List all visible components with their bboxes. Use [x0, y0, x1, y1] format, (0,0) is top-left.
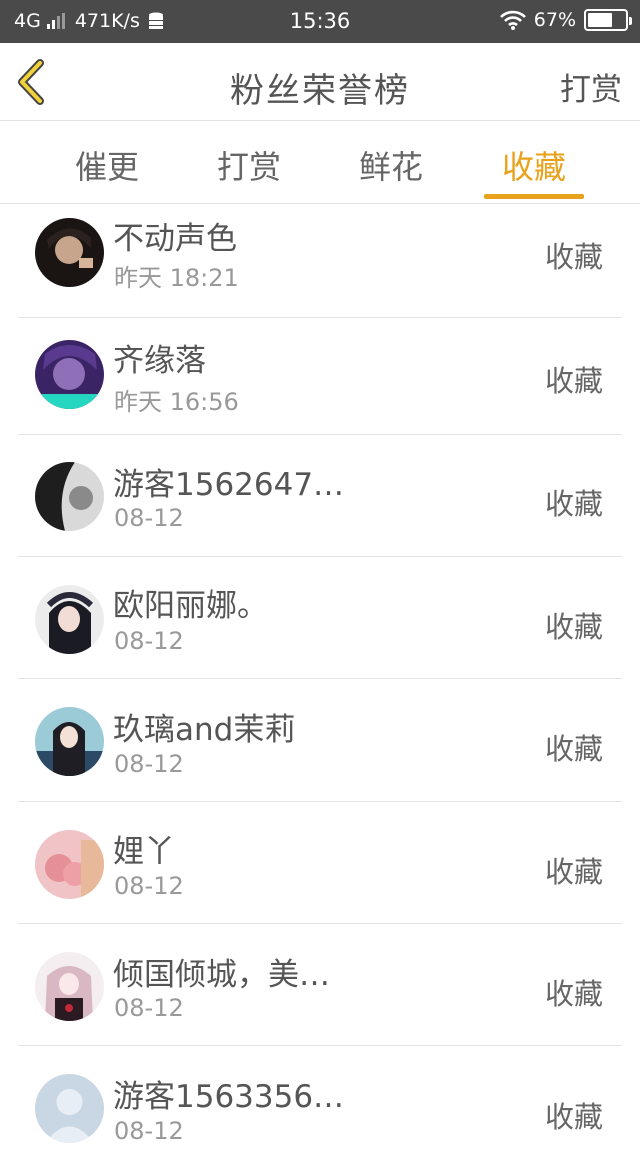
avatar — [35, 707, 104, 776]
tab-flowers[interactable]: 鲜花 — [331, 142, 451, 188]
battery-percent: 67% — [533, 9, 576, 31]
item-action: 收藏 — [544, 977, 603, 1011]
list-item[interactable]: 不动声色 昨天 18:21 收藏 — [0, 196, 640, 318]
user-name: 游客1562647… — [113, 467, 345, 503]
battery-fill — [588, 13, 613, 27]
item-time: 昨天 16:56 — [114, 388, 239, 416]
item-action: 收藏 — [544, 855, 603, 889]
item-time: 08-12 — [114, 872, 184, 900]
item-time: 08-12 — [114, 1117, 184, 1145]
list-item[interactable]: 玖璃and茉莉 08-12 收藏 — [0, 680, 640, 802]
avatar — [35, 830, 104, 899]
user-name: 游客1563356… — [113, 1079, 345, 1115]
tab-label: 鲜花 — [358, 148, 423, 186]
avatar — [35, 340, 104, 409]
user-name: 倾国倾城，美… — [113, 957, 330, 993]
list-item[interactable]: 齐缘落 昨天 16:56 收藏 — [0, 313, 640, 435]
item-action: 收藏 — [544, 732, 603, 766]
list-item[interactable]: 游客1562647… 08-12 收藏 — [0, 435, 640, 557]
avatar — [35, 1074, 104, 1143]
reward-button[interactable]: 打赏 — [560, 64, 622, 109]
item-action: 收藏 — [544, 1100, 603, 1134]
tab-label: 收藏 — [501, 148, 566, 186]
tab-collect[interactable]: 收藏 — [474, 142, 594, 199]
tab-bar: 催更 打赏 鲜花 收藏 — [0, 122, 640, 204]
item-action: 收藏 — [544, 240, 603, 274]
avatar — [35, 462, 104, 531]
page-title: 粉丝荣誉榜 — [230, 71, 410, 111]
item-time: 08-12 — [114, 994, 184, 1022]
battery-icon — [584, 9, 632, 31]
item-time: 08-12 — [114, 750, 184, 778]
avatar — [35, 952, 104, 1021]
user-name: 不动声色 — [113, 221, 237, 257]
wifi-icon — [499, 10, 526, 30]
list-item[interactable]: 娌丫 08-12 收藏 — [0, 802, 640, 924]
default-avatar-icon — [35, 1074, 104, 1143]
avatar — [35, 585, 104, 654]
status-right: 67% — [499, 9, 632, 31]
tab-label: 催更 — [74, 148, 139, 186]
tab-reward[interactable]: 打赏 — [189, 142, 309, 188]
list-item[interactable]: 倾国倾城，美… 08-12 收藏 — [0, 924, 640, 1046]
list-item[interactable]: 游客1563356… 08-12 收藏 — [0, 1047, 640, 1169]
tab-urge[interactable]: 催更 — [47, 142, 167, 188]
item-action: 收藏 — [544, 364, 603, 398]
tab-label: 打赏 — [216, 148, 281, 186]
user-name: 玖璃and茉莉 — [113, 712, 296, 748]
item-time: 08-12 — [114, 504, 184, 532]
divider — [18, 678, 622, 679]
item-time: 08-12 — [114, 627, 184, 655]
user-name: 娌丫 — [113, 834, 175, 870]
item-action: 收藏 — [544, 610, 603, 644]
divider — [18, 1045, 622, 1046]
user-name: 齐缘落 — [113, 343, 206, 379]
avatar — [35, 218, 104, 287]
user-name: 欧阳丽娜。 — [113, 588, 268, 624]
list-item[interactable]: 欧阳丽娜。 08-12 收藏 — [0, 557, 640, 679]
navigation-bar: 粉丝荣誉榜 打赏 — [0, 43, 640, 121]
status-bar: 4G 471K/s 15:36 67% — [0, 0, 640, 43]
item-action: 收藏 — [544, 487, 603, 521]
item-time: 昨天 18:21 — [114, 264, 239, 292]
